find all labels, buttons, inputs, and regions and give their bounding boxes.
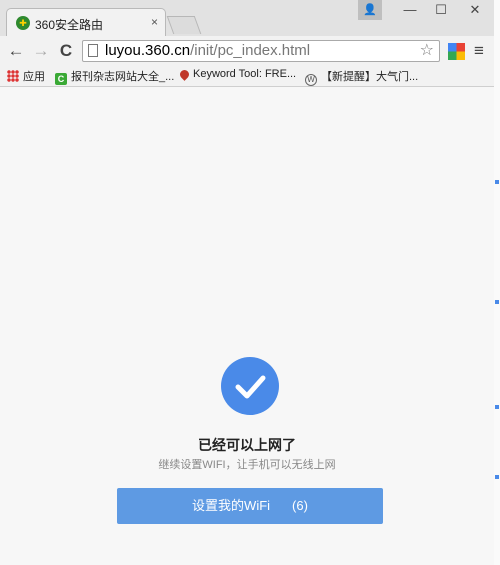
- back-button[interactable]: ←: [5, 40, 27, 62]
- close-window-button[interactable]: ✕: [460, 0, 490, 20]
- url-host: luyou.360.cn: [105, 42, 191, 59]
- background-window-edge: [494, 0, 500, 565]
- bookmark-apps[interactable]: 应用: [7, 68, 45, 84]
- bookmark-label: 应用: [23, 71, 45, 83]
- tab-close-icon[interactable]: ×: [151, 15, 158, 29]
- extension-icon[interactable]: [448, 43, 465, 60]
- setup-wifi-label: 设置我的WiFi: [192, 498, 271, 513]
- c-favicon-icon: C: [55, 73, 67, 85]
- countdown-label: (6): [292, 498, 308, 513]
- forward-button[interactable]: →: [30, 40, 52, 62]
- maximize-button[interactable]: ☐: [426, 0, 456, 20]
- tab-strip: ✚ 360安全路由 × 👤 — ☐ ✕: [0, 0, 494, 36]
- url-text: luyou.360.cn/init/pc_index.html: [105, 42, 310, 59]
- keyword-tool-icon: [178, 68, 191, 81]
- reload-button[interactable]: C: [55, 40, 77, 62]
- bookmarks-bar: 应用 C 报刊杂志网站大全_... Keyword Tool: FRE... W 【…: [0, 65, 494, 87]
- tab-title: 360安全路由: [35, 18, 104, 32]
- person-icon: 👤: [363, 4, 377, 16]
- address-bar[interactable]: luyou.360.cn/init/pc_index.html ☆: [82, 40, 440, 62]
- menu-icon[interactable]: ≡: [474, 41, 484, 61]
- checkmark-icon: [221, 357, 279, 415]
- page-content: 已经可以上网了 继续设置WIFI，让手机可以无线上网 设置我的WiFi (6): [0, 87, 494, 565]
- apps-grid-icon: [7, 70, 19, 82]
- bookmark-item[interactable]: W 【新提醒】大气门...: [305, 68, 419, 86]
- new-tab-button[interactable]: [166, 16, 202, 34]
- setup-wifi-button[interactable]: 设置我的WiFi (6): [117, 488, 383, 524]
- tab-active[interactable]: ✚ 360安全路由 ×: [6, 8, 166, 36]
- minimize-button[interactable]: —: [395, 0, 425, 20]
- success-title: 已经可以上网了: [198, 437, 296, 453]
- bookmark-label: 报刊杂志网站大全_...: [71, 71, 175, 83]
- profile-button[interactable]: 👤: [358, 0, 382, 20]
- bookmark-label: Keyword Tool: FRE...: [193, 68, 297, 80]
- url-path: /init/pc_index.html: [190, 42, 311, 59]
- bookmark-item[interactable]: C 报刊杂志网站大全_...: [55, 68, 175, 85]
- browser-window: ✚ 360安全路由 × 👤 — ☐ ✕ ← → C luyou.360.cn/i…: [0, 0, 494, 565]
- bookmark-star-icon[interactable]: ☆: [420, 41, 434, 61]
- page-icon: [88, 44, 98, 57]
- bookmark-label: 【新提醒】大气门...: [321, 71, 419, 83]
- wordpress-icon: W: [305, 74, 317, 86]
- bookmark-item[interactable]: Keyword Tool: FRE...: [178, 68, 297, 84]
- navigation-toolbar: ← → C luyou.360.cn/init/pc_index.html ☆ …: [0, 36, 494, 65]
- success-subtitle: 继续设置WIFI，让手机可以无线上网: [158, 459, 336, 471]
- tab-favicon-icon: ✚: [16, 16, 30, 30]
